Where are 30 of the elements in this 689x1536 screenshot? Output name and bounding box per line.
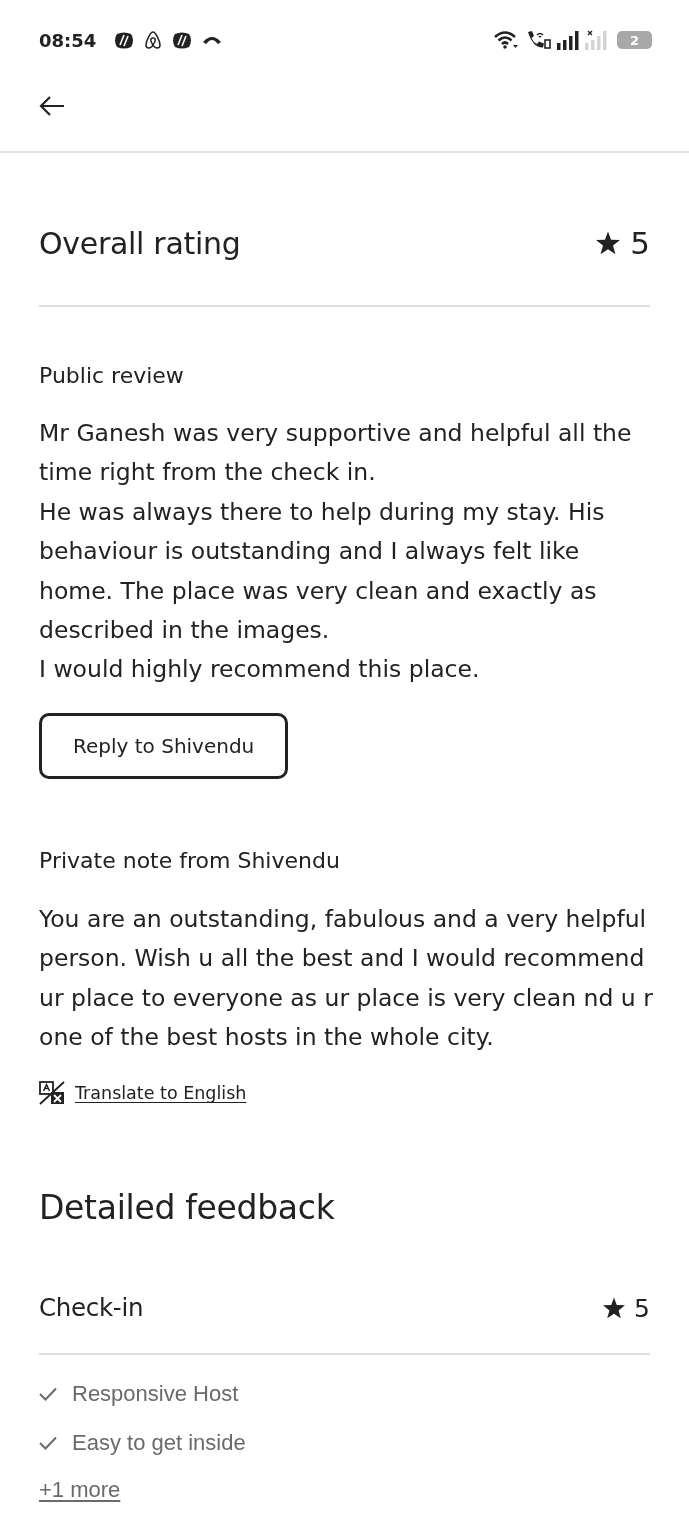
category-title: Check-in	[39, 1292, 144, 1325]
section-title: Public review	[39, 362, 185, 390]
status-time: 08:54	[39, 29, 97, 51]
signal-icon	[557, 30, 579, 50]
overall-rating-title: Overall rating	[39, 224, 241, 263]
wifi-call-icon	[525, 30, 551, 50]
review-text: Mr Ganesh was very supportive and helpful all the time right from the check in. He was always there to help during my stay. His behaviour is outstanding and I always felt like home. The place was very clean and exactly as described in the images. I would highly recommend this place.	[39, 418, 633, 686]
no-signal-icon	[585, 30, 607, 50]
back-arrow-icon[interactable]	[39, 95, 65, 117]
feedback-tag: Easy to get inside	[72, 1430, 246, 1457]
loop-logo-icon	[144, 30, 163, 50]
rating-value: 5	[634, 1295, 650, 1321]
check-icon	[39, 1436, 57, 1451]
battery-indicator: 2	[617, 31, 652, 49]
striped-logo-icon	[114, 31, 135, 49]
more-link[interactable]: +1 more	[39, 1477, 121, 1504]
section-title: Private note from Shivendu	[39, 846, 341, 875]
rating-value: 5	[630, 227, 650, 259]
private-note-text: You are an outstanding, fabulous and a very helpful person. Wish u all the best and I would recommend ur place to everyone as ur place is very clean nd u r one of the best hosts in the whole city.	[39, 903, 654, 1054]
detailed-feedback-title: Detailed feedback	[39, 1187, 336, 1230]
star-icon	[596, 231, 621, 255]
translate-icon	[39, 1081, 65, 1106]
feedback-tag: Responsive Host	[72, 1381, 239, 1408]
wifi-icon	[493, 30, 519, 50]
phone-icon	[202, 35, 223, 45]
star-icon	[603, 1297, 626, 1320]
striped-logo-icon	[172, 31, 193, 49]
translate-link[interactable]: Translate to English	[75, 1083, 247, 1104]
reply-button[interactable]: Reply to Shivendu	[39, 712, 289, 779]
check-icon	[39, 1387, 57, 1402]
